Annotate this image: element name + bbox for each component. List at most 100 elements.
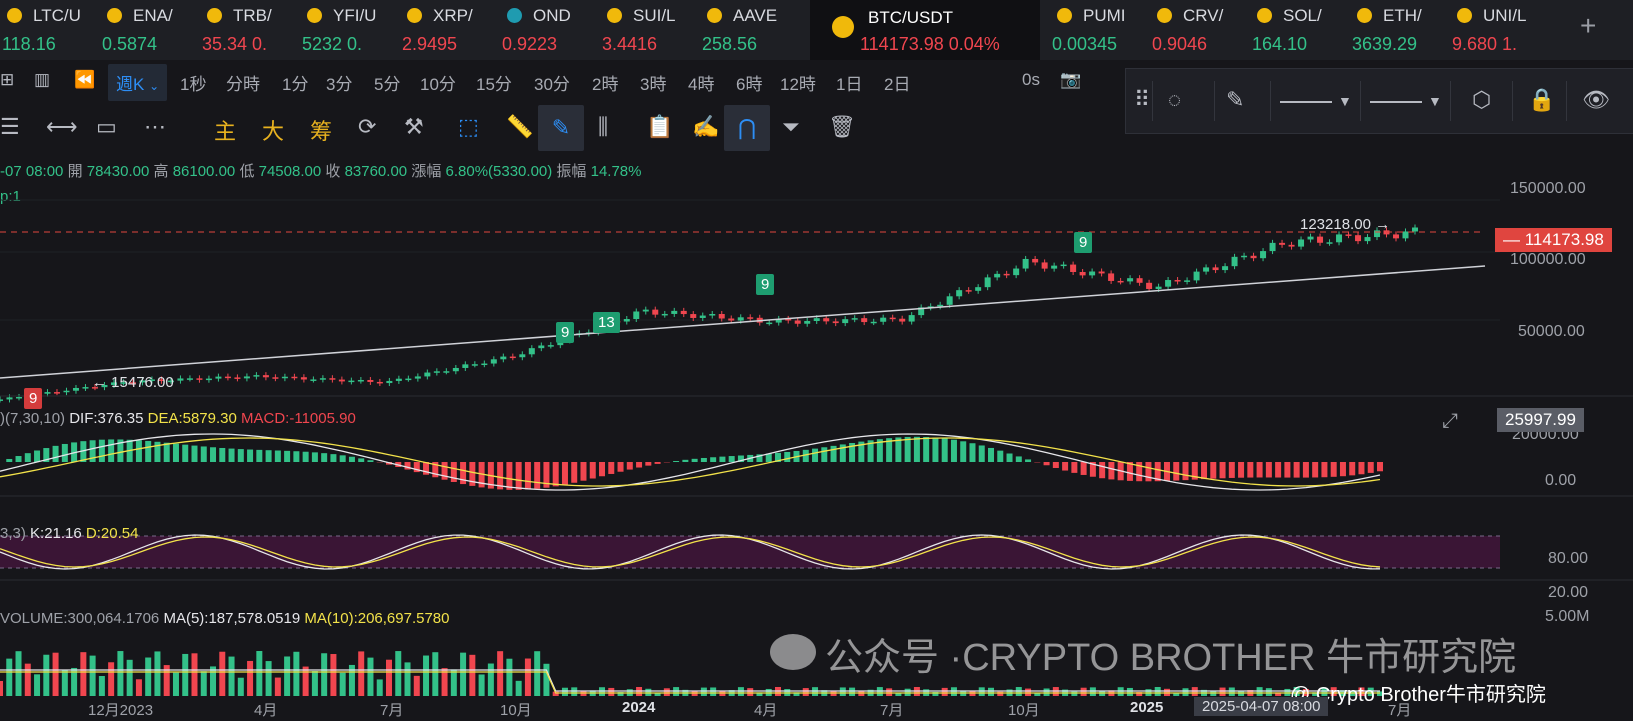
settings-icon[interactable]: ⬡	[1472, 87, 1491, 113]
timeframe-option[interactable]: 6時	[736, 70, 762, 95]
timeframe-option[interactable]: 30分	[534, 70, 570, 95]
timeframe-option[interactable]: 3分	[326, 70, 352, 95]
layout-icon[interactable]: ⊞	[0, 70, 14, 90]
chevron-down-icon[interactable]: ▼	[1338, 93, 1352, 109]
volume-ma10: MA(10):206,697.5780	[304, 610, 450, 627]
ticker-tab-unil[interactable]: UNI/L 9.680 1.	[1450, 0, 1550, 60]
candle	[528, 348, 535, 355]
volume-bar	[950, 687, 957, 696]
volume-bar	[423, 655, 430, 696]
line-style-select[interactable]	[1370, 101, 1422, 103]
ticker-price: 3.4416	[602, 34, 658, 54]
line-width-select[interactable]	[1280, 101, 1332, 103]
divider	[1450, 81, 1451, 121]
candle	[386, 380, 393, 384]
ticker-tab-trb[interactable]: TRB/35.34 0.	[200, 0, 300, 60]
ticker-tab-ond[interactable]: OND 0.9223	[500, 0, 600, 60]
more-icon[interactable]: ⋯	[144, 114, 166, 140]
ticker-price: 2.9495	[402, 34, 458, 54]
timeframe-option[interactable]: 分時	[226, 70, 260, 95]
macd-bar	[969, 443, 976, 462]
ticker-tab-aave[interactable]: AAVE 258.56	[700, 0, 800, 60]
pen-icon[interactable]: ✎	[538, 105, 584, 151]
rectangle-icon[interactable]: ▭	[96, 114, 117, 140]
candle	[984, 277, 991, 288]
timeframe-selected[interactable]: 週K ⌄	[108, 64, 168, 101]
timeframe-option[interactable]: 1秒	[180, 70, 206, 95]
edit-icon[interactable]: ✍	[692, 114, 719, 140]
volume-bar	[117, 651, 124, 696]
timeframe-option[interactable]: 2時	[592, 70, 618, 95]
ticker-price: 258.56	[702, 34, 758, 54]
macd-bar	[15, 456, 22, 462]
indicator-tab-main[interactable]: 主	[214, 114, 236, 146]
macd-bar	[1210, 462, 1217, 479]
candle	[709, 313, 716, 316]
ticker-tab-pumi[interactable]: PUMI 0.00345	[1050, 0, 1150, 60]
ticker-tab-suil[interactable]: SUI/L 3.4416	[600, 0, 700, 60]
camera-icon[interactable]: 📷	[1060, 70, 1081, 90]
clipboard-icon[interactable]: 📋	[646, 114, 673, 140]
drag-handle-icon[interactable]: ⠿	[1134, 87, 1150, 113]
volume-bar	[15, 651, 22, 696]
macd-bar	[830, 445, 837, 462]
draw-mode-icon[interactable]: ⬚	[458, 114, 479, 140]
indicator-tab-chips[interactable]: 筹	[310, 114, 332, 146]
macd-bar	[1284, 462, 1291, 478]
replay-icon[interactable]: ⏪	[74, 70, 95, 90]
candle	[376, 381, 383, 384]
timeframe-option[interactable]: 12時	[780, 70, 816, 95]
fill-color-icon[interactable]: ◌	[1168, 87, 1181, 113]
filter-icon[interactable]: ⏷	[782, 114, 800, 140]
ruler-icon[interactable]: 📏	[506, 114, 533, 140]
ticker-tab-btcusdt[interactable]: BTC/USDT 114173.98 0.04%	[810, 0, 1040, 60]
timeframe-option[interactable]: 1日	[836, 70, 862, 95]
candles-icon[interactable]: ⫼	[598, 114, 608, 140]
volume-bar	[191, 653, 198, 696]
macd-bar	[1256, 462, 1263, 478]
split-view-icon[interactable]: ▥	[34, 70, 50, 90]
divider	[1360, 81, 1361, 121]
volume-bar	[395, 651, 402, 696]
ticker-tab-xrp[interactable]: XRP/2.9495	[400, 0, 500, 60]
volume-bar	[6, 658, 13, 696]
macd-bar	[534, 462, 541, 489]
divider	[1270, 81, 1271, 121]
magnet-icon[interactable]: ⋂	[724, 105, 770, 151]
line-color-icon[interactable]: ✎	[1226, 87, 1244, 113]
visibility-icon[interactable]: 👁	[1582, 87, 1610, 113]
refresh-icon[interactable]: ⟳	[358, 114, 376, 140]
candle	[547, 345, 554, 347]
trend-line[interactable]	[0, 265, 1486, 379]
timeframe-option[interactable]: 3時	[640, 70, 666, 95]
ticker-tab-ena[interactable]: ENA/0.5874	[100, 0, 200, 60]
timeframe-option[interactable]: 10分	[420, 70, 456, 95]
timeframe-option[interactable]: 4時	[688, 70, 714, 95]
lock-icon[interactable]: 🔒	[1528, 87, 1555, 113]
horizontal-line-icon[interactable]: ⟷	[46, 114, 78, 140]
add-tab-button[interactable]: +	[1580, 10, 1596, 42]
macd-bar	[821, 447, 828, 462]
macd-bar	[932, 437, 939, 462]
trash-icon[interactable]: 🗑	[828, 114, 856, 140]
volume-bar	[358, 651, 365, 696]
ticker-tab-eth[interactable]: ETH/3639.29	[1350, 0, 1450, 60]
timeframe-option[interactable]: 1分	[282, 70, 308, 95]
ticker-tab-ltcu[interactable]: LTC/U 118.16	[0, 0, 100, 60]
candle	[1222, 266, 1229, 271]
ticker-tab-sol[interactable]: SOL/164.10	[1250, 0, 1350, 60]
chevron-down-icon[interactable]: ▼	[1428, 93, 1442, 109]
volume-bar	[228, 656, 235, 696]
indicator-tab-big[interactable]: 大	[262, 114, 284, 146]
timeframe-option[interactable]: 5分	[374, 70, 400, 95]
ticker-tab-yfiu[interactable]: YFI/U 5232 0.	[300, 0, 400, 60]
binance-icon	[707, 8, 722, 23]
tools-icon[interactable]: ⚒	[404, 114, 424, 140]
ticker-tab-crv[interactable]: CRV/0.9046	[1150, 0, 1250, 60]
ticker-price: 0.9046	[1152, 34, 1208, 54]
candle	[1364, 237, 1371, 242]
timeframe-option[interactable]: 2日	[884, 70, 910, 95]
timeframe-option[interactable]: 15分	[476, 70, 512, 95]
menu-icon[interactable]: ☰	[0, 114, 20, 140]
expand-icon[interactable]: ⤢	[1442, 410, 1458, 433]
